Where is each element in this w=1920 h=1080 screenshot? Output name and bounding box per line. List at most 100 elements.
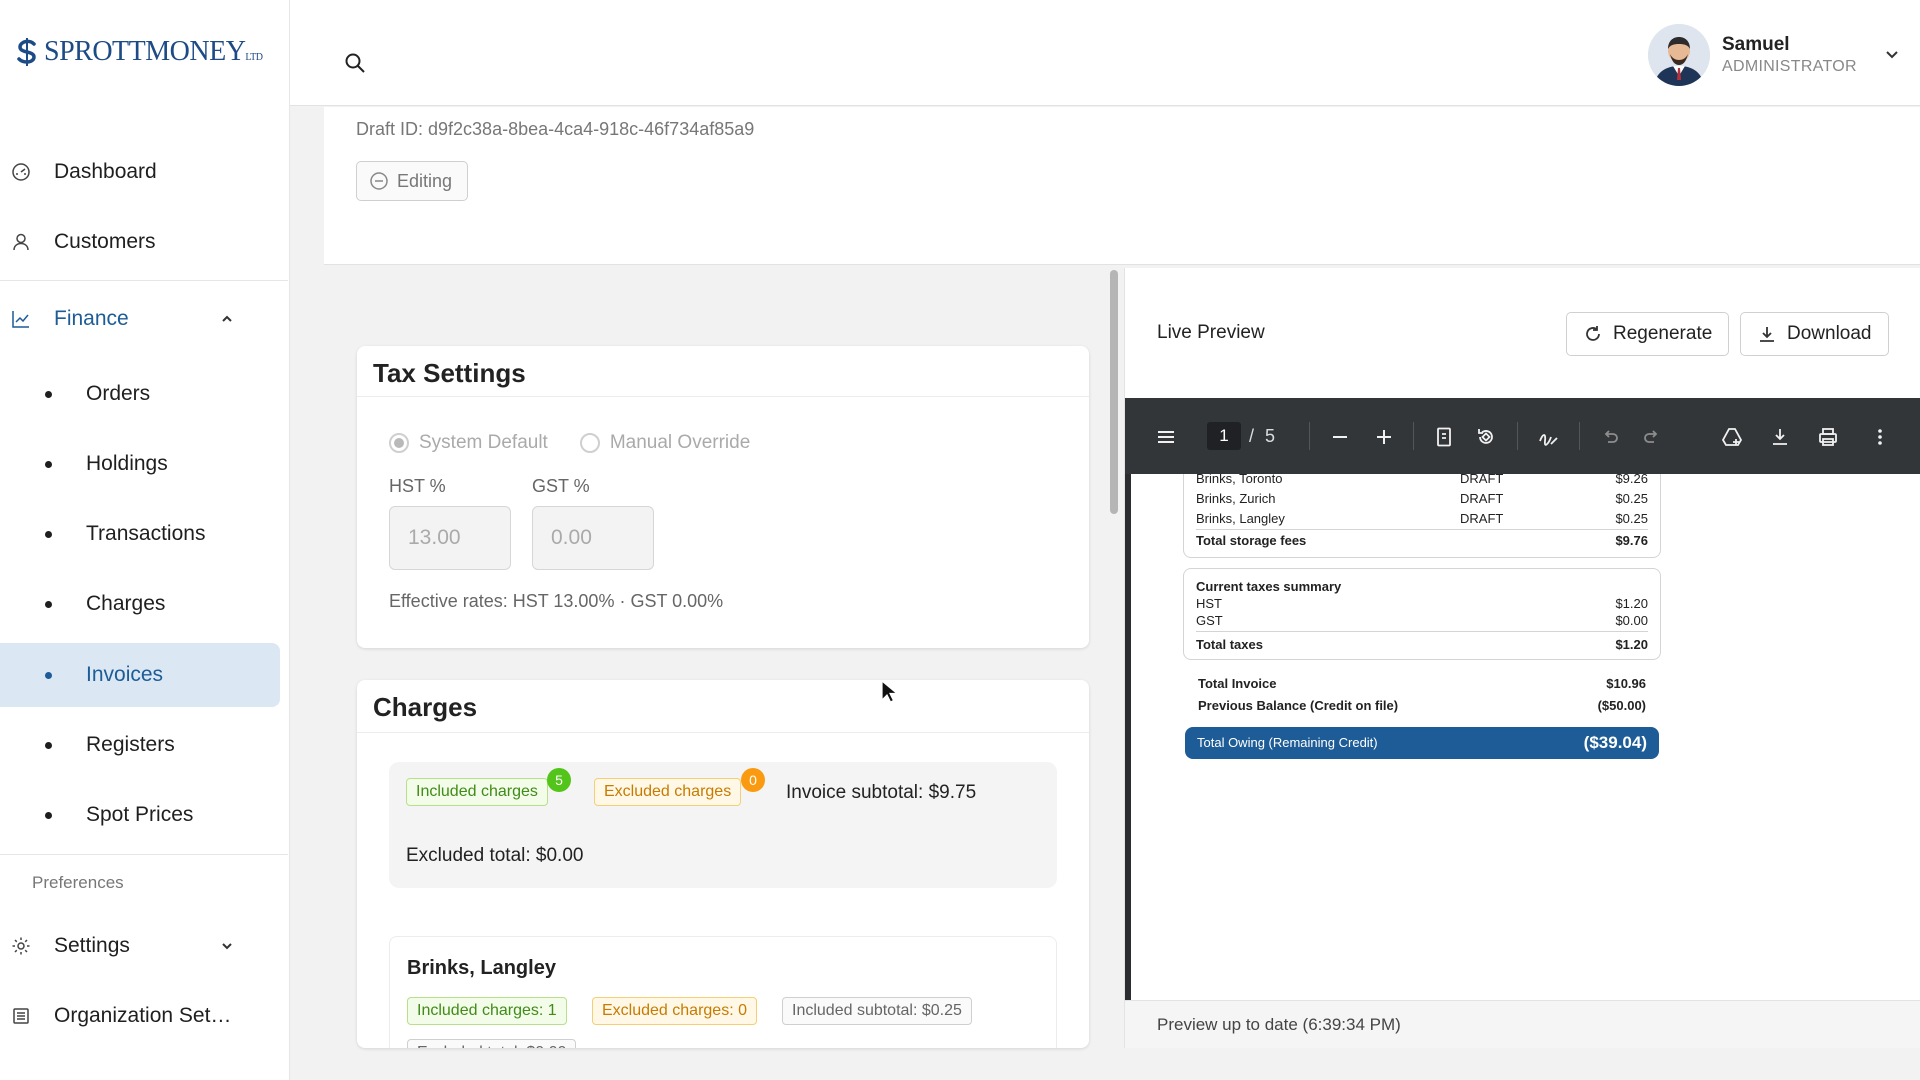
user-icon (11, 232, 31, 252)
charges-summary: Included charges 5 Excluded charges 0 In… (389, 762, 1057, 888)
hst-label: HST % (389, 476, 446, 496)
download-icon (1757, 324, 1777, 344)
scrollbar-thumb[interactable] (1110, 270, 1118, 514)
storage-row: Brinks, Langley DRAFT $0.25 (1196, 511, 1648, 526)
toolbar-divider (1579, 422, 1580, 450)
total-owing-label: Total Owing (Remaining Credit) (1197, 735, 1378, 750)
more-vertical-icon[interactable] (1869, 426, 1891, 448)
download-button[interactable]: Download (1740, 312, 1889, 356)
charges-card: Charges Included charges 5 Excluded char… (357, 680, 1089, 1048)
pdf-viewport[interactable]: Brinks, Toronto DRAFT $9.26 Brinks, Zuri… (1125, 474, 1920, 1000)
bullet (45, 390, 52, 398)
user-role: ADMINISTRATOR (1722, 58, 1857, 75)
manual-override-radio[interactable] (579, 433, 600, 453)
system-default-radio[interactable] (389, 433, 409, 453)
gst-input[interactable]: 0.00 (532, 506, 654, 570)
preview-status-bar: Preview up to date (6:39:34 PM) (1125, 1000, 1920, 1048)
search-icon[interactable] (344, 52, 366, 74)
nav-organization-settings[interactable]: Organization Set… (0, 988, 289, 1044)
invoice-subtotal: Invoice subtotal: $9.75 (786, 782, 977, 803)
included-count-badge: 5 (547, 768, 571, 792)
gauge-icon (11, 162, 31, 182)
draw-icon[interactable] (1537, 426, 1559, 448)
charge-group-title: Brinks, Langley (407, 957, 556, 979)
sidebar-item-spot-prices[interactable]: Spot Prices (0, 783, 280, 847)
group-included-tag[interactable]: Included charges: 1 (407, 997, 567, 1025)
bullet (45, 741, 52, 749)
nav-dashboard[interactable]: Dashboard (0, 144, 289, 200)
pdf-page: Brinks, Toronto DRAFT $9.26 Brinks, Zuri… (1131, 474, 1920, 1000)
toolbar-divider (1309, 422, 1310, 450)
sidebar-item-registers[interactable]: Registers (0, 713, 280, 777)
chevron-up-icon[interactable] (218, 310, 236, 328)
storage-row: Brinks, Zurich DRAFT $0.25 (1196, 491, 1648, 506)
editing-status-label: Editing (397, 170, 453, 191)
editing-status-chip[interactable]: Editing (356, 161, 469, 201)
live-preview-title: Live Preview (1157, 322, 1265, 343)
system-default-label: System Default (419, 432, 548, 453)
sidebar-item-orders[interactable]: Orders (0, 362, 280, 426)
pdf-divider (1196, 631, 1648, 632)
download-icon[interactable] (1769, 426, 1791, 448)
taxes-summary-title: Current taxes summary (1196, 579, 1342, 594)
hst-input[interactable]: 13.00 (389, 506, 511, 570)
redo-icon[interactable] (1641, 426, 1663, 448)
sidebar-divider (0, 280, 288, 281)
toolbar-divider (1413, 422, 1414, 450)
pdf-toolbar: 1 / 5 (1125, 398, 1920, 474)
sidebar-item-transactions[interactable]: Transactions (0, 502, 280, 566)
dollar-logo-icon (12, 37, 42, 67)
gst-label: GST % (532, 476, 590, 496)
live-preview-panel: Live Preview Regenerate Download 1 / 5 B… (1124, 268, 1920, 1048)
group-excluded-total-tag: Excluded total: $0.00 (407, 1039, 577, 1048)
toolbar-divider (1517, 422, 1518, 450)
page-number-input[interactable]: 1 (1207, 422, 1241, 450)
brand-logo[interactable]: SPROTTMONEYLTD (12, 36, 263, 68)
hst-row: HST $1.20 (1196, 596, 1648, 611)
fit-page-icon[interactable] (1433, 426, 1455, 448)
rotate-icon[interactable] (1475, 426, 1497, 448)
bullet (45, 460, 52, 468)
document-list-icon (11, 1006, 31, 1026)
bullet (45, 600, 52, 608)
nav-customers[interactable]: Customers (0, 214, 289, 270)
nav-settings[interactable]: Settings (0, 918, 289, 974)
zoom-out-icon[interactable] (1329, 426, 1351, 448)
chevron-down-icon[interactable] (218, 937, 236, 955)
excluded-count-badge: 0 (741, 768, 765, 792)
previous-balance-row: Previous Balance (Credit on file) ($50.0… (1198, 698, 1646, 713)
zoom-in-icon[interactable] (1373, 426, 1395, 448)
regenerate-button[interactable]: Regenerate (1566, 312, 1729, 356)
sidebar-item-invoices[interactable]: Invoices (0, 643, 280, 707)
tax-settings-card: Tax Settings System Default Manual Overr… (357, 346, 1089, 648)
undo-icon[interactable] (1599, 426, 1621, 448)
storage-row: Brinks, Toronto DRAFT $9.26 (1196, 474, 1648, 486)
draft-id: Draft ID: d9f2c38a-8bea-4ca4-918c-46f734… (356, 119, 755, 139)
logo-text: SPROTTMONEYLTD (44, 36, 263, 67)
top-bar: Samuel ADMINISTRATOR (290, 0, 1920, 106)
menu-icon[interactable] (1155, 426, 1177, 448)
sidebar-item-holdings[interactable]: Holdings (0, 432, 280, 496)
bullet (45, 671, 52, 679)
gear-icon (11, 936, 31, 956)
pdf-divider (1196, 529, 1648, 530)
group-excluded-tag[interactable]: Excluded charges: 0 (592, 997, 757, 1025)
total-owing-amount: ($39.04) (1583, 733, 1647, 752)
charge-group-brinks-langley: Brinks, Langley Included charges: 1 Excl… (389, 936, 1057, 1048)
sidebar-item-charges[interactable]: Charges (0, 572, 280, 636)
page-separator: / (1249, 426, 1255, 446)
drive-add-icon[interactable] (1721, 426, 1743, 448)
included-charges-tag[interactable]: Included charges (406, 778, 548, 806)
tax-mode-radio-group: System Default Manual Override (389, 432, 750, 454)
page-total: 5 (1265, 426, 1276, 446)
avatar[interactable] (1648, 24, 1710, 86)
chevron-down-icon[interactable] (1882, 44, 1902, 64)
sidebar: SPROTTMONEYLTD Dashboard Customers Finan… (0, 0, 290, 1080)
nav-finance[interactable]: Finance (0, 291, 289, 347)
excluded-charges-tag[interactable]: Excluded charges (594, 778, 742, 806)
storage-fees-box: Brinks, Toronto DRAFT $9.26 Brinks, Zuri… (1183, 474, 1661, 558)
user-name: Samuel (1722, 34, 1790, 55)
print-icon[interactable] (1817, 426, 1839, 448)
taxes-total-row: Total taxes $1.20 (1196, 637, 1648, 652)
effective-rates: Effective rates: HST 13.00% · GST 0.00% (389, 591, 724, 611)
